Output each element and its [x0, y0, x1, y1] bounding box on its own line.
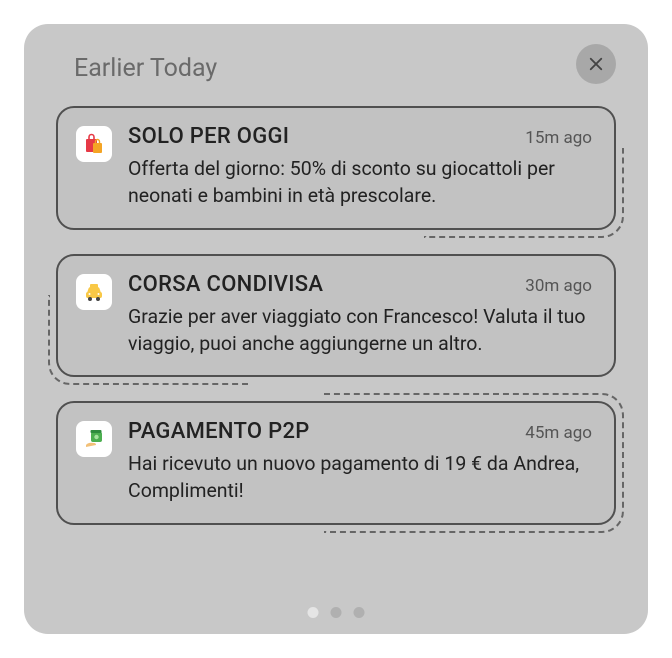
notification-time: 15m ago: [525, 128, 592, 148]
notification-card[interactable]: CORSA CONDIVISA 30m ago Grazie per aver …: [56, 254, 616, 378]
notification-message: Hai ricevuto un nuovo pagamento di 19 € …: [128, 450, 592, 505]
app-icon-box: [76, 421, 112, 457]
notification-body: PAGAMENTO P2P 45m ago Hai ricevuto un nu…: [128, 419, 592, 505]
notification-time: 30m ago: [525, 276, 592, 296]
notification-title: PAGAMENTO P2P: [128, 419, 310, 444]
notification-message: Grazie per aver viaggiato con Francesco!…: [128, 303, 592, 358]
notification-message: Offerta del giorno: 50% di sconto su gio…: [128, 155, 592, 210]
notification-time: 45m ago: [525, 423, 592, 443]
app-icon-box: [76, 274, 112, 310]
close-button[interactable]: [576, 44, 616, 84]
notification-panel: Earlier Today SOLO PER OGGI: [24, 24, 648, 634]
page-dot-active[interactable]: [308, 607, 319, 618]
notification-card[interactable]: PAGAMENTO P2P 45m ago Hai ricevuto un nu…: [56, 401, 616, 525]
taxi-icon: [82, 280, 106, 304]
notification-body: SOLO PER OGGI 15m ago Offerta del giorno…: [128, 124, 592, 210]
notification-title: CORSA CONDIVISA: [128, 272, 323, 297]
close-icon: [587, 55, 605, 73]
shopping-bag-icon: [82, 132, 106, 156]
panel-header: Earlier Today: [56, 52, 616, 84]
notification-title: SOLO PER OGGI: [128, 124, 289, 149]
notification-card[interactable]: SOLO PER OGGI 15m ago Offerta del giorno…: [56, 106, 616, 230]
notification-body: CORSA CONDIVISA 30m ago Grazie per aver …: [128, 272, 592, 358]
panel-title: Earlier Today: [56, 54, 217, 83]
page-dot[interactable]: [331, 607, 342, 618]
payment-icon: [82, 427, 106, 451]
page-indicator: [308, 607, 365, 618]
page-dot[interactable]: [354, 607, 365, 618]
notification-list: SOLO PER OGGI 15m ago Offerta del giorno…: [56, 106, 616, 525]
app-icon-box: [76, 126, 112, 162]
